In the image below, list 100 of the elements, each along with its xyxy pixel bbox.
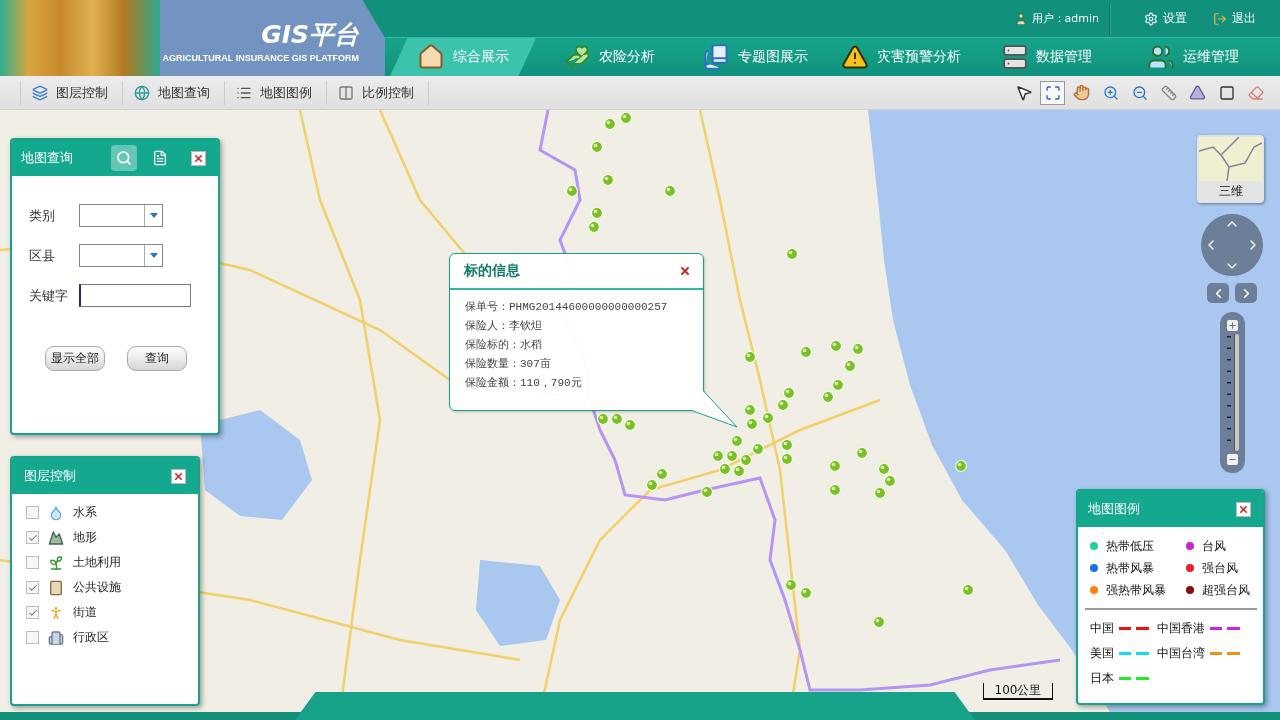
map-marker-icon[interactable]: [961, 583, 975, 597]
map-marker-icon[interactable]: [799, 345, 813, 359]
globe-icon: [134, 84, 150, 101]
checkbox[interactable]: [26, 631, 39, 644]
map-marker-icon[interactable]: [732, 464, 746, 478]
zoom-in-button[interactable]: [1227, 320, 1238, 331]
form-button[interactable]: 查询: [127, 346, 187, 371]
slider-fill[interactable]: [1233, 334, 1239, 451]
close-button[interactable]: [1236, 501, 1251, 517]
nav-tab[interactable]: 运维管理: [1120, 38, 1266, 76]
legend-label: 强热带风暴: [1106, 581, 1166, 599]
map-marker-icon[interactable]: [821, 390, 835, 404]
form-button[interactable]: 显示全部: [45, 346, 105, 371]
hand-icon: [1073, 84, 1090, 101]
zoom-out-icon: [1131, 84, 1148, 101]
close-icon: [173, 470, 184, 482]
checkbox[interactable]: [26, 556, 39, 569]
map-marker-icon[interactable]: [784, 578, 798, 592]
map-marker-icon[interactable]: [873, 486, 887, 500]
map-marker-icon[interactable]: [655, 467, 669, 481]
toolbar-button[interactable]: 比例控制: [327, 80, 429, 105]
map-marker-icon[interactable]: [663, 184, 677, 198]
checkbox[interactable]: [26, 531, 39, 544]
office-building-icon: [48, 629, 64, 646]
map-marker-icon[interactable]: [780, 452, 794, 466]
map-marker-icon[interactable]: [739, 453, 753, 467]
map-marker-icon[interactable]: [851, 342, 865, 356]
eraser-icon: [1247, 84, 1264, 101]
map-marker-icon[interactable]: [743, 350, 757, 364]
map-marker-icon[interactable]: [623, 418, 637, 432]
map-marker-icon[interactable]: [855, 446, 869, 460]
map-marker-icon[interactable]: [590, 140, 604, 154]
toolbar-button[interactable]: 地图查询: [123, 80, 225, 105]
map-marker-icon[interactable]: [601, 173, 615, 187]
select-field[interactable]: [79, 244, 163, 267]
close-button[interactable]: [191, 150, 206, 166]
map-marker-icon[interactable]: [718, 462, 732, 476]
legend-label: 日本: [1090, 670, 1114, 687]
legend-label: 热带风暴: [1106, 559, 1154, 577]
map-marker-icon[interactable]: [590, 206, 604, 220]
view-3d-button[interactable]: 三维: [1197, 135, 1264, 203]
toolbar-button[interactable]: 图层控制: [20, 80, 123, 105]
pointer-icon: [1014, 83, 1033, 102]
map-marker-icon[interactable]: [877, 462, 891, 476]
settings-link[interactable]: 设置: [1144, 10, 1187, 27]
close-button[interactable]: [679, 265, 691, 277]
map-marker-icon[interactable]: [831, 378, 845, 392]
books-icon: [702, 43, 730, 71]
checkbox[interactable]: [26, 606, 39, 619]
layer-label: 地形: [73, 529, 97, 546]
zoom-out-button[interactable]: [1227, 454, 1238, 465]
map-marker-icon[interactable]: [700, 485, 714, 499]
field-label: 区县: [29, 246, 56, 265]
map-marker-icon[interactable]: [872, 615, 886, 629]
nav-tab[interactable]: 农险分析: [536, 38, 682, 76]
map-marker-icon[interactable]: [730, 434, 744, 448]
map-marker-icon[interactable]: [843, 359, 857, 373]
map-marker-icon[interactable]: [828, 483, 842, 497]
nav-tab[interactable]: 数据管理: [974, 38, 1120, 76]
info-text: 保险标的：水稻: [465, 338, 543, 353]
check-icon: [27, 532, 38, 543]
nav-tab[interactable]: 专题图展示: [682, 38, 828, 76]
map-marker-icon[interactable]: [725, 449, 739, 463]
map-marker-icon[interactable]: [776, 398, 790, 412]
nav-tab[interactable]: 综合展示: [390, 38, 536, 76]
map-marker-icon[interactable]: [829, 339, 843, 353]
check-icon: [27, 582, 38, 593]
map-marker-icon[interactable]: [780, 438, 794, 452]
map-marker-icon[interactable]: [883, 474, 897, 488]
map-marker-icon[interactable]: [828, 459, 842, 473]
map-marker-icon[interactable]: [761, 411, 775, 425]
close-button[interactable]: [171, 468, 186, 484]
map-marker-icon[interactable]: [751, 442, 765, 456]
checkbox[interactable]: [26, 506, 39, 519]
map-marker-icon[interactable]: [799, 586, 813, 600]
map-marker-icon[interactable]: [645, 478, 659, 492]
map-marker-icon[interactable]: [596, 412, 610, 426]
map-marker-icon[interactable]: [745, 417, 759, 431]
nav-tab[interactable]: 灾害预警分析: [828, 38, 974, 76]
logout-link[interactable]: 退出: [1213, 10, 1256, 27]
map-marker-icon[interactable]: [954, 459, 968, 473]
panel-tab[interactable]: [111, 145, 137, 171]
map-marker-icon[interactable]: [587, 220, 601, 234]
map-marker-icon[interactable]: [603, 117, 617, 131]
map-marker-icon[interactable]: [743, 403, 757, 417]
checkbox[interactable]: [26, 581, 39, 594]
select-field[interactable]: [79, 204, 163, 227]
map-marker-icon[interactable]: [782, 386, 796, 400]
previous-button[interactable]: [1207, 283, 1229, 303]
map-marker-icon[interactable]: [610, 412, 624, 426]
next-button[interactable]: [1235, 283, 1257, 303]
map-marker-icon[interactable]: [711, 449, 725, 463]
map-marker-icon[interactable]: [619, 111, 633, 125]
expand-icon: [1044, 84, 1061, 101]
text-field[interactable]: [79, 284, 191, 307]
map-marker-icon[interactable]: [785, 247, 799, 261]
document-icon: [152, 150, 168, 166]
layer-label: 公共设施: [73, 579, 121, 596]
toolbar-button[interactable]: 地图图例: [225, 80, 327, 105]
map-marker-icon[interactable]: [565, 184, 579, 198]
